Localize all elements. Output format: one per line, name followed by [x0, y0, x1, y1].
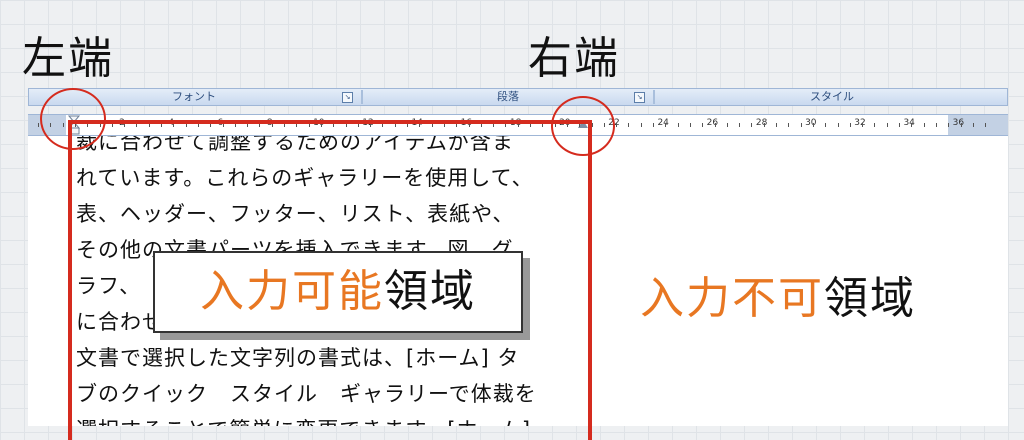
ruler-tick — [665, 123, 667, 127]
ruler-number: 34 — [902, 118, 916, 128]
ruler-tick — [640, 123, 642, 127]
ruler-tick — [689, 123, 691, 127]
ruler-number: 36 — [952, 118, 965, 128]
ruler-number: 32 — [853, 118, 867, 128]
ruler-tick — [800, 123, 802, 127]
ruler-tick — [739, 123, 741, 127]
ruler-tick — [849, 123, 851, 127]
ribbon-group-paragraph-label: 段落 — [497, 90, 519, 103]
ruler-tick — [751, 123, 753, 127]
ribbon-separator — [361, 90, 363, 104]
paragraph-dialog-launcher-icon[interactable]: ↘ — [634, 92, 645, 103]
ruler-tick — [886, 123, 888, 127]
ruler-tick — [825, 123, 827, 127]
ruler-tick — [960, 123, 962, 127]
ruler-tick — [726, 123, 728, 127]
ruler-tick — [677, 123, 679, 127]
ruler-tick — [948, 123, 950, 127]
ribbon-group-style: スタイル — [657, 89, 1007, 105]
ruler-tick — [653, 123, 654, 127]
editable-area-label-accent: 入力可能 — [200, 266, 384, 317]
ruler-tick — [628, 123, 630, 127]
ruler-tick — [837, 123, 839, 127]
ruler-number: 30 — [804, 118, 818, 128]
editable-area-label: 入力可能領域 — [153, 251, 523, 333]
ruler-tick — [972, 123, 974, 127]
ruler-tick — [776, 123, 777, 127]
ruler-tick — [788, 123, 790, 127]
ruler-number: 28 — [754, 118, 769, 128]
ruler-tick — [38, 123, 39, 127]
ribbon-group-font-label: フォント — [172, 90, 216, 103]
ribbon-group-bar: フォント ↘ 段落 ↘ スタイル — [28, 88, 1008, 106]
ruler-tick — [862, 123, 864, 127]
ribbon-group-style-label: スタイル — [810, 90, 854, 103]
ribbon-group-paragraph: 段落 ↘ — [365, 89, 651, 105]
ruler-tick — [702, 123, 704, 127]
ruler-tick — [714, 123, 716, 127]
non-editable-area-label: 入力不可領域 — [640, 262, 916, 326]
ruler-tick — [763, 123, 765, 127]
ruler-tick — [812, 123, 814, 127]
right-edge-heading: 右端 — [528, 33, 620, 84]
ruler-tick — [911, 123, 913, 127]
ribbon-separator — [653, 90, 655, 104]
editable-area-label-rest: 領域 — [384, 266, 476, 317]
ruler-tick — [985, 123, 987, 127]
left-edge-heading: 左端 — [22, 33, 114, 84]
ruler-tick — [935, 123, 937, 127]
non-editable-area-label-rest: 領域 — [824, 273, 916, 324]
ruler-number: 24 — [656, 118, 670, 128]
ruler-number: 26 — [705, 118, 720, 128]
font-dialog-launcher-icon[interactable]: ↘ — [342, 92, 353, 103]
ruler-tick — [874, 123, 876, 127]
ruler-tick — [899, 123, 900, 127]
non-editable-area-label-accent: 入力不可 — [640, 273, 824, 324]
ruler-tick — [616, 123, 618, 127]
ruler-tick — [923, 123, 925, 127]
